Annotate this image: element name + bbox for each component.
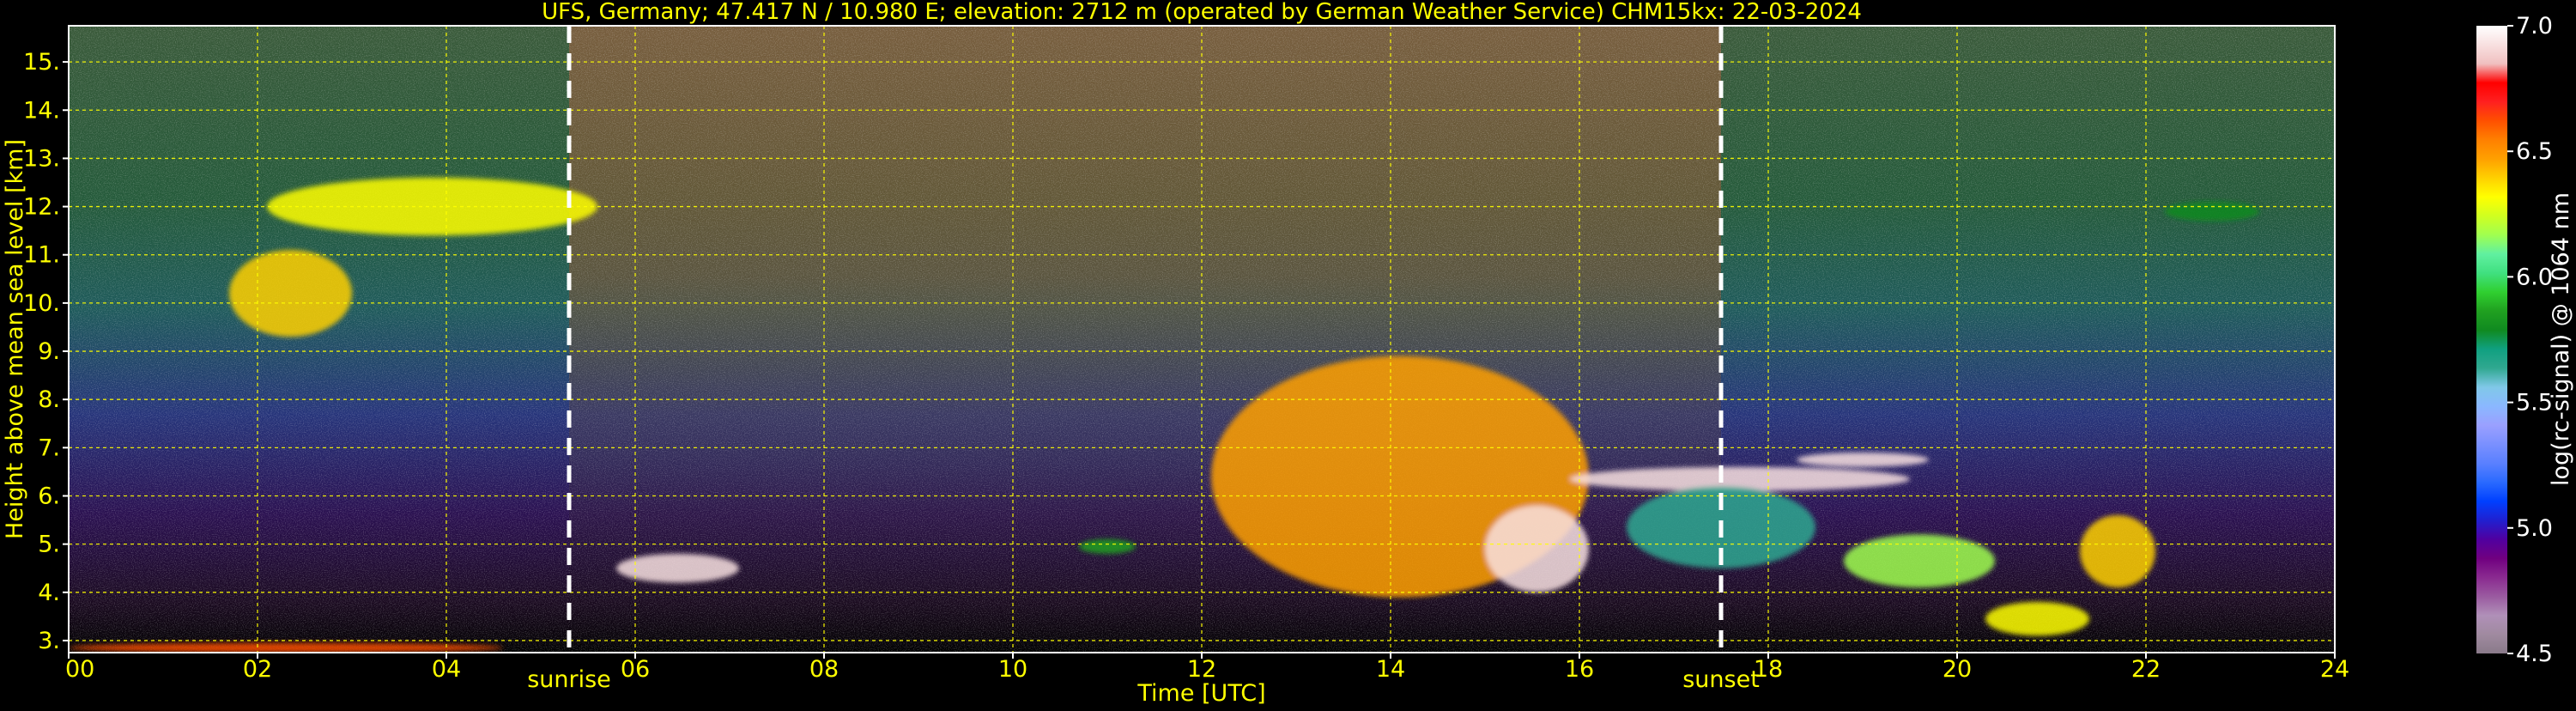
x-tick-label: 22 [2131, 656, 2161, 683]
cloud-feature [1844, 534, 1995, 588]
colorbar-tick-label: 5.0 [2516, 515, 2553, 542]
x-axis-label: Time [UTC] [1136, 680, 1265, 707]
cloud-feature [69, 642, 503, 653]
cloud-feature [1079, 539, 1136, 554]
y-tick-label: 4. [38, 580, 60, 606]
y-tick-label: 5. [38, 532, 60, 558]
x-tick-label: 24 [2320, 656, 2349, 683]
y-tick-label: 7. [38, 434, 60, 461]
y-tick-label: 11. [23, 242, 60, 269]
x-tick-label: 04 [432, 656, 461, 683]
x-tick-label: 18 [1754, 656, 1783, 683]
y-tick-label: 8. [38, 386, 60, 413]
y-tick-label: 10. [23, 290, 60, 317]
y-tick-label: 3. [38, 628, 60, 654]
colorbar-tick-label: 4.5 [2516, 641, 2553, 667]
y-tick-label: 9. [38, 338, 60, 365]
x-tick-label: 08 [809, 656, 839, 683]
x-axis-ticks: 00 02 04 06 08 10 12 14 16 18 20 22 24 [65, 653, 2349, 683]
y-tick-label: 6. [38, 483, 60, 510]
y-axis-ticks: 3. 4. 5. 6. 7. 8. 9. 10. 11. 12. 13. 14. 15. [23, 49, 69, 654]
x-tick-label: 16 [1565, 656, 1594, 683]
y-tick-label: 13. [23, 145, 60, 172]
x-tick-label: 02 [243, 656, 272, 683]
cloud-feature [2080, 514, 2155, 588]
x-tick-label: 00 [65, 656, 94, 683]
colorbar-ticks: 4.55.05.56.06.57.0 [2507, 13, 2553, 667]
y-tick-label: 14. [23, 97, 60, 124]
y-tick-label: 15. [23, 49, 60, 76]
x-tick-label: 20 [1943, 656, 1972, 683]
cloud-feature [2165, 201, 2259, 222]
colorbar-gradient [2476, 26, 2507, 653]
cloud-feature [229, 250, 352, 337]
y-axis-label: Height above mean sea level [km] [2, 139, 28, 539]
x-tick-label: 10 [998, 656, 1027, 683]
x-tick-label: 06 [621, 656, 650, 683]
y-tick-label: 12. [23, 194, 60, 221]
colorbar-tick-label: 6.5 [2516, 138, 2553, 165]
colorbar-tick-label: 7.0 [2516, 13, 2553, 40]
cloud-feature [1985, 602, 2089, 636]
sun-marker-label: sunset [1682, 666, 1760, 693]
x-tick-label: 14 [1376, 656, 1405, 683]
cloud-feature [1485, 505, 1589, 592]
x-tick-label: 12 [1187, 656, 1216, 683]
cloud-feature [1797, 452, 1929, 467]
heatmap-area [69, 26, 2335, 653]
colorbar-label: log(rc-signal) @ 1064 nm [2548, 192, 2574, 486]
backscatter-chart: sunrise sunset 00 02 04 06 08 10 12 14 16 18 20 22 24… [2, 0, 2574, 707]
sun-marker-label: sunrise [527, 666, 611, 693]
ceilometer-figure: sunrise sunset 00 02 04 06 08 10 12 14 16 18 20 22 24… [0, 0, 2576, 708]
chart-title: UFS, Germany; 47.417 N / 10.980 E; eleva… [542, 0, 1862, 25]
colorbar: 4.55.05.56.06.57.0 log(rc-signal) @ 1064… [2476, 13, 2574, 667]
speckle-noise [69, 26, 2335, 653]
